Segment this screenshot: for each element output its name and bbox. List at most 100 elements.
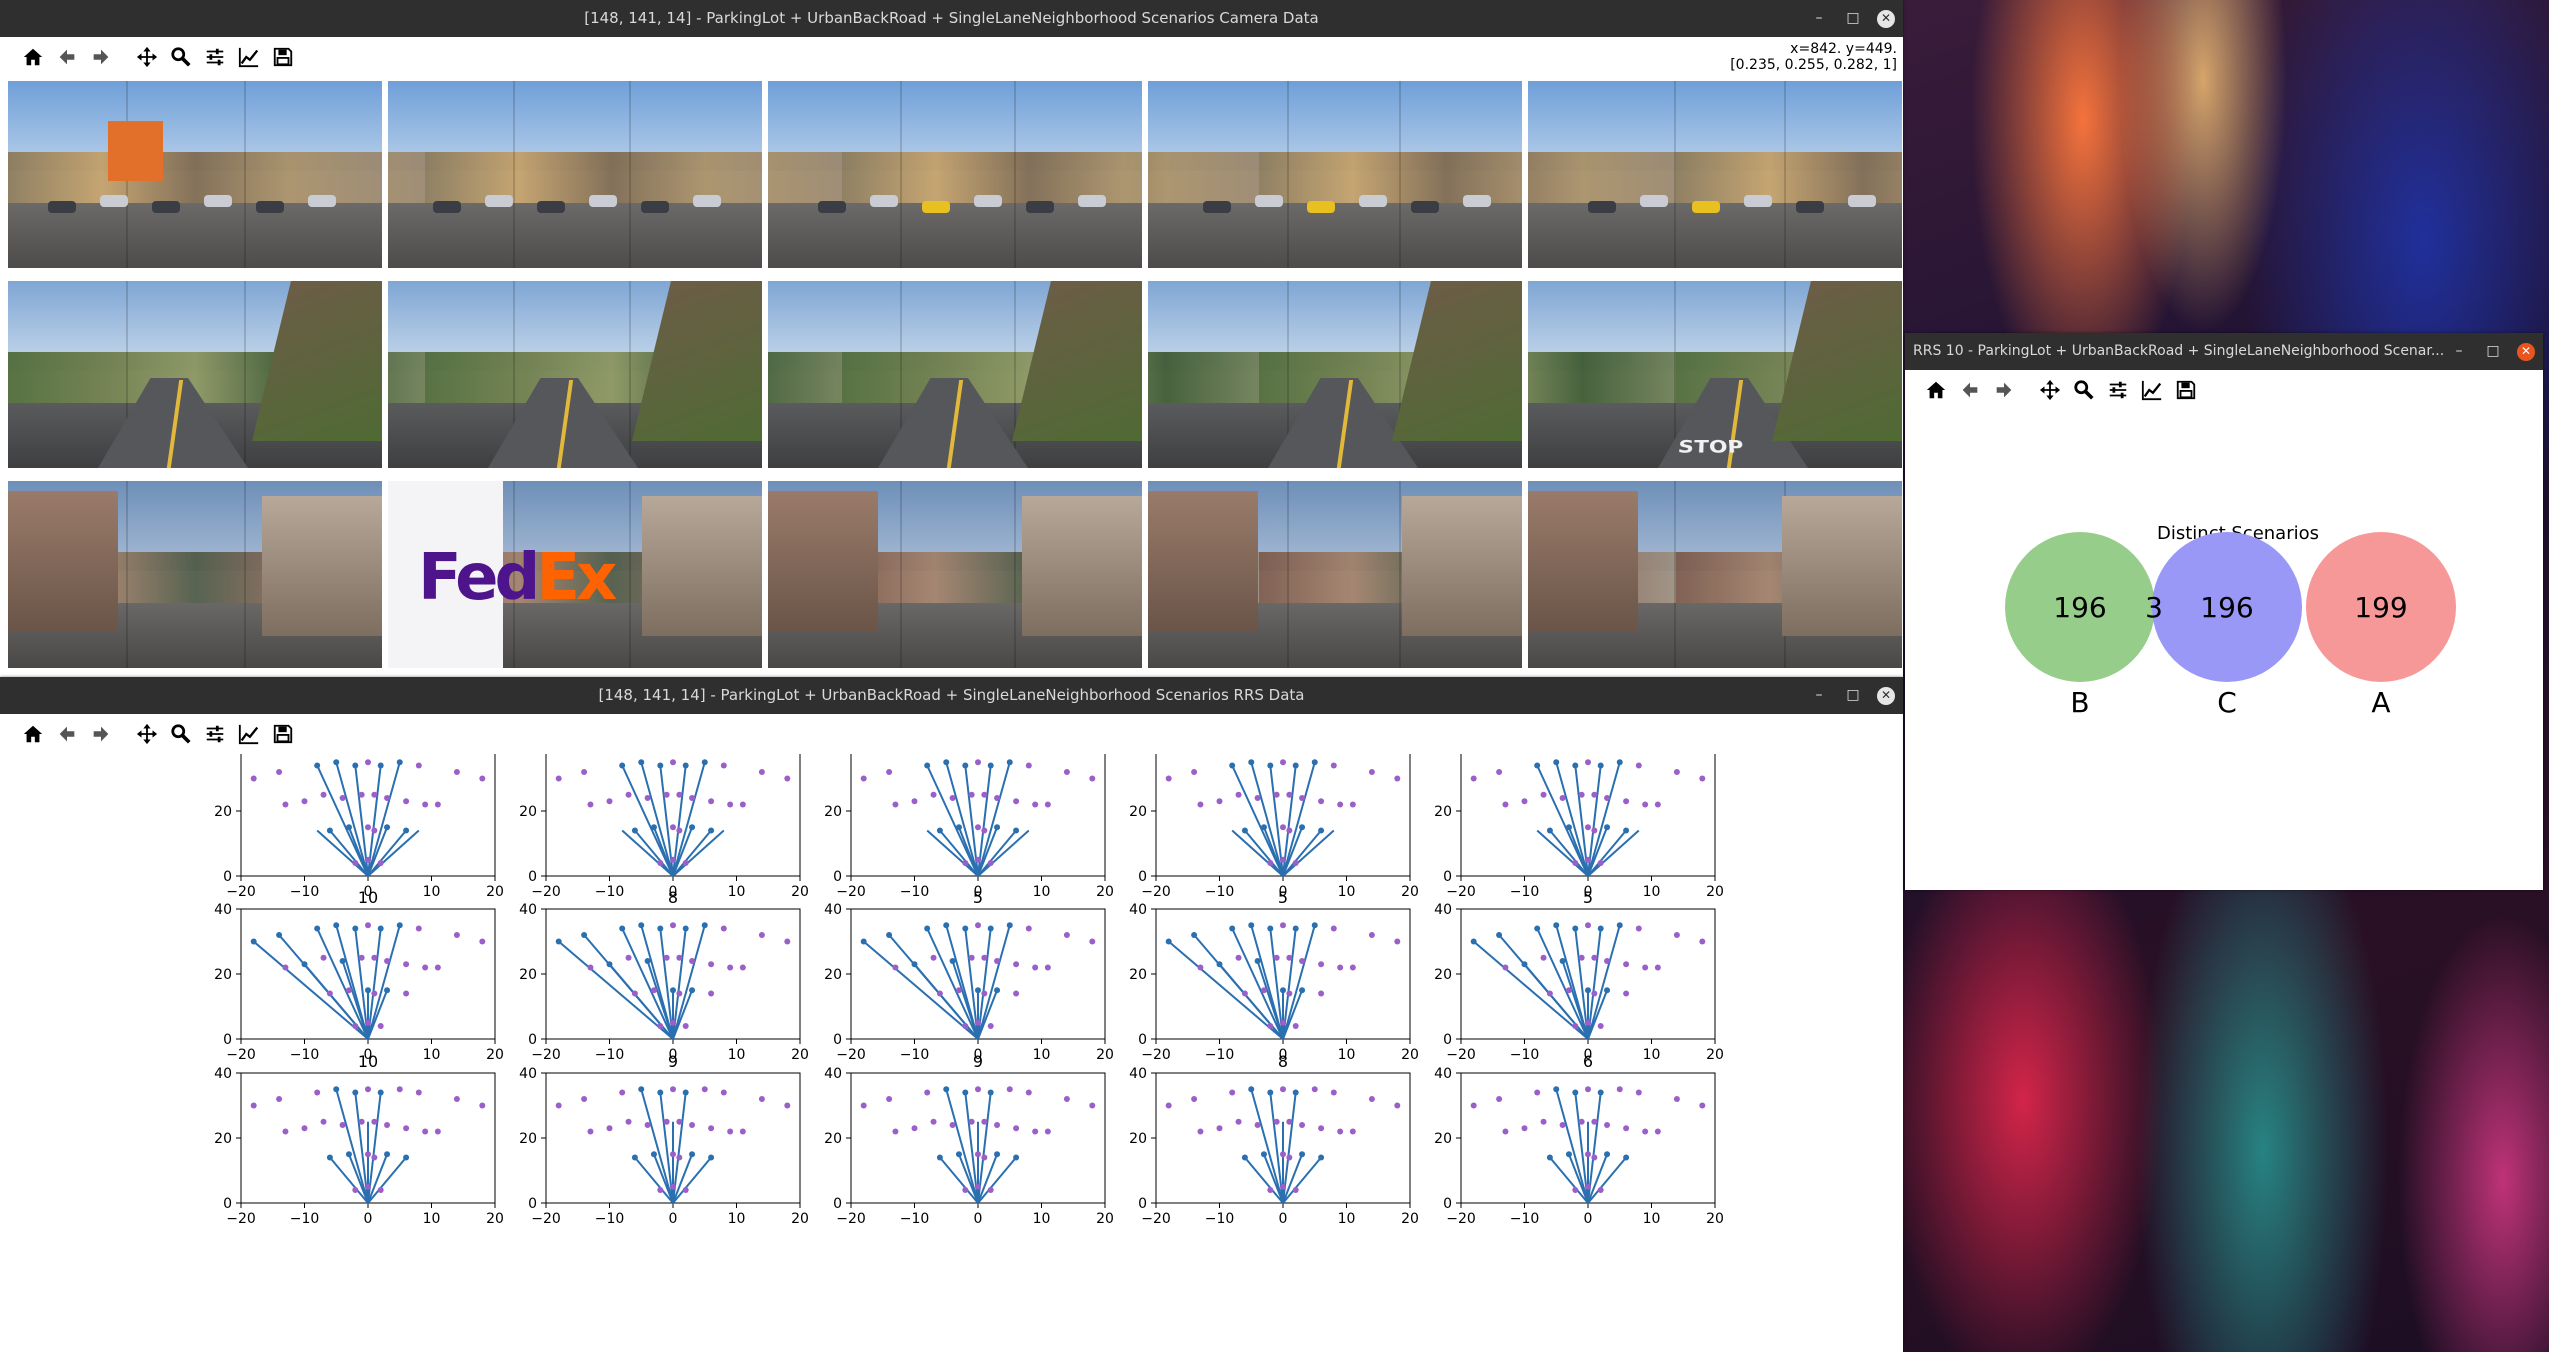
data-point (1559, 1122, 1566, 1128)
zoom-icon[interactable] (2071, 377, 2097, 403)
rrs-subplot: 6 −20 −10 0 10 20 0 20 40 (1434, 1052, 1724, 1227)
data-point (276, 1096, 283, 1102)
data-point (701, 922, 708, 929)
axes-icon[interactable] (236, 721, 262, 747)
data-point (377, 925, 384, 932)
home-icon[interactable] (1923, 377, 1949, 403)
window-titlebar[interactable]: [148, 141, 14] - ParkingLot + UrbanBackR… (0, 677, 1903, 714)
data-point (1299, 795, 1306, 801)
forward-icon[interactable] (88, 721, 114, 747)
camera-image[interactable] (768, 481, 1142, 668)
maximize-icon[interactable]: □ (1843, 9, 1863, 29)
y-tick-label: 20 (824, 804, 842, 820)
camera-image[interactable] (388, 81, 762, 268)
data-point (1235, 954, 1242, 961)
back-icon[interactable] (54, 44, 80, 70)
venn-label-a: A (2371, 686, 2390, 719)
y-tick-label: 0 (1138, 1032, 1147, 1048)
data-point (555, 1102, 562, 1109)
zoom-icon[interactable] (168, 721, 194, 747)
back-icon[interactable] (54, 721, 80, 747)
rrs-plot-canvas[interactable]: 52−20−10010200204016−20−1001020020407−20… (0, 725, 1903, 1352)
camera-image[interactable] (1148, 281, 1522, 468)
camera-image[interactable] (768, 281, 1142, 468)
data-point (1025, 762, 1032, 769)
x-tick-label: −20 (531, 884, 561, 900)
y-tick-label: 0 (528, 1032, 537, 1048)
cursor-position: x=842. y=449. (1790, 41, 1897, 57)
minimize-icon[interactable]: – (2449, 342, 2469, 362)
camera-image[interactable] (1528, 81, 1902, 268)
data-point (1025, 925, 1032, 932)
close-icon[interactable]: ✕ (2517, 342, 2535, 361)
minimize-icon[interactable]: – (1809, 9, 1829, 29)
data-point (1572, 1089, 1579, 1096)
home-icon[interactable] (20, 721, 46, 747)
close-icon[interactable]: ✕ (1877, 9, 1895, 28)
maximize-icon[interactable]: □ (1843, 686, 1863, 706)
data-point (1267, 1187, 1274, 1193)
x-tick-label: 10 (1033, 1047, 1051, 1063)
rrs-subplot: 5−20 −10 0 10 2002040 (1129, 888, 1419, 1063)
data-point (1521, 798, 1528, 805)
zoom-icon[interactable] (168, 44, 194, 70)
camera-image[interactable] (1148, 81, 1522, 268)
x-tick-label: −20 (836, 1047, 866, 1063)
data-point (739, 801, 746, 808)
y-tick-label: 0 (833, 869, 842, 885)
camera-image[interactable] (768, 81, 1142, 268)
configure-icon[interactable] (202, 721, 228, 747)
home-icon[interactable] (20, 44, 46, 70)
camera-image[interactable] (8, 481, 382, 668)
data-point (689, 958, 696, 964)
data-point (1311, 759, 1318, 766)
pan-icon[interactable] (134, 721, 160, 747)
configure-icon[interactable] (2105, 377, 2131, 403)
camera-image[interactable] (8, 81, 382, 268)
data-point (352, 1187, 359, 1193)
data-point (314, 762, 321, 769)
data-point (860, 775, 867, 782)
camera-image[interactable]: STOP (1528, 281, 1902, 468)
configure-icon[interactable] (202, 44, 228, 70)
y-tick-label: 0 (1443, 1196, 1452, 1212)
camera-image[interactable]: FedEx (388, 481, 762, 668)
save-icon[interactable] (2173, 377, 2199, 403)
window-titlebar[interactable]: RRS 10 - ParkingLot + UrbanBackRoad + Si… (1905, 333, 2543, 370)
data-point (371, 827, 378, 834)
save-icon[interactable] (270, 44, 296, 70)
data-point (358, 1118, 365, 1125)
data-point (333, 759, 340, 766)
camera-image[interactable] (8, 281, 382, 468)
save-icon[interactable] (270, 721, 296, 747)
camera-image[interactable] (388, 281, 762, 468)
close-icon[interactable]: ✕ (1877, 686, 1895, 705)
camera-image-grid[interactable]: STOP FedEx (8, 81, 1902, 668)
camera-image[interactable] (1528, 481, 1902, 668)
x-tick-label: −10 (290, 1047, 320, 1063)
data-point (670, 922, 676, 929)
data-point (670, 1086, 676, 1093)
data-point (1267, 1089, 1274, 1096)
venn-window: RRS 10 - ParkingLot + UrbanBackRoad + Si… (1905, 333, 2543, 890)
minimize-icon[interactable]: – (1809, 686, 1829, 706)
data-point (339, 1122, 346, 1128)
data-point (1572, 1023, 1579, 1029)
data-point (282, 801, 289, 808)
pan-icon[interactable] (2037, 377, 2063, 403)
y-tick-label: 20 (519, 804, 537, 820)
forward-icon[interactable] (88, 44, 114, 70)
maximize-icon[interactable]: □ (2483, 342, 2503, 362)
data-point (352, 1023, 359, 1029)
forward-icon[interactable] (1991, 377, 2017, 403)
camera-image[interactable] (1148, 481, 1522, 668)
axes-icon[interactable] (2139, 377, 2165, 403)
pan-icon[interactable] (134, 44, 160, 70)
window-titlebar[interactable]: [148, 141, 14] - ParkingLot + UrbanBackR… (0, 0, 1903, 37)
axes-icon[interactable] (236, 44, 262, 70)
data-point (1006, 1086, 1013, 1093)
y-tick-label: 0 (1138, 869, 1147, 885)
data-point (1044, 964, 1051, 971)
data-point (1642, 801, 1649, 808)
back-icon[interactable] (1957, 377, 1983, 403)
